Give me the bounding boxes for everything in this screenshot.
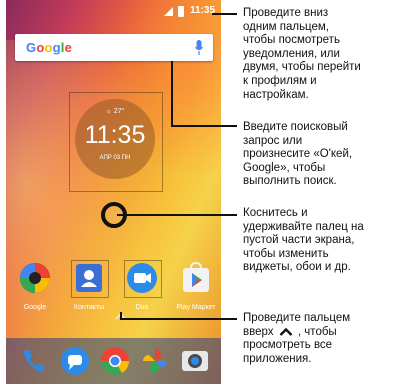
google-app-icon xyxy=(20,263,50,293)
signal-icon xyxy=(164,7,173,16)
camera-icon[interactable] xyxy=(180,346,210,376)
callout-line xyxy=(117,214,237,216)
annotation-notifications: Проведите вниз одним пальцем, чтобы посм… xyxy=(243,7,361,101)
app-label: Duo xyxy=(135,304,149,311)
duo-icon xyxy=(127,263,157,293)
status-bar[interactable]: 11:35 xyxy=(6,0,221,22)
app-contacts[interactable]: Контакты xyxy=(65,262,113,311)
phone-icon[interactable] xyxy=(20,346,50,376)
phone-screen: 11:35 Google ☼ 27° 11:35 АПР 03 ПН Googl… xyxy=(6,0,221,384)
battery-icon xyxy=(178,6,184,17)
chevron-up-icon xyxy=(279,327,293,336)
clock-date: АПР 03 ПН xyxy=(99,155,131,161)
app-label: Google xyxy=(23,304,47,311)
app-label: Play Маркет xyxy=(176,304,216,311)
app-google[interactable]: Google xyxy=(11,262,59,311)
callout-line xyxy=(120,318,237,320)
annotation-widgets: Коснитесь и удерживайте палец на пустой … xyxy=(243,207,364,274)
weather-text: ☼ 27° xyxy=(105,108,125,115)
app-play-store[interactable]: Play Маркет xyxy=(172,261,220,311)
annotation-search: Введите поисковый запрос или произнесите… xyxy=(243,121,353,188)
contacts-icon xyxy=(76,264,102,292)
annotation-apps: Проведите пальцем вверх , чтобы просмотр… xyxy=(243,312,351,365)
clock-widget[interactable]: ☼ 27° 11:35 АПР 03 ПН xyxy=(75,99,155,179)
play-store-icon xyxy=(183,261,209,292)
callout-line xyxy=(171,125,237,127)
app-label: Контакты xyxy=(73,304,105,311)
app-duo[interactable]: Duo xyxy=(118,262,166,311)
clock-time: 11:35 xyxy=(84,121,146,149)
messages-icon[interactable] xyxy=(60,346,90,376)
callout-line xyxy=(234,13,236,15)
mic-icon[interactable] xyxy=(195,40,203,55)
chrome-icon[interactable] xyxy=(100,346,130,376)
photos-icon[interactable] xyxy=(140,346,170,376)
dock xyxy=(6,338,221,384)
google-logo: Google xyxy=(26,40,73,55)
callout-line xyxy=(171,61,173,127)
google-search-bar[interactable]: Google xyxy=(15,34,213,61)
